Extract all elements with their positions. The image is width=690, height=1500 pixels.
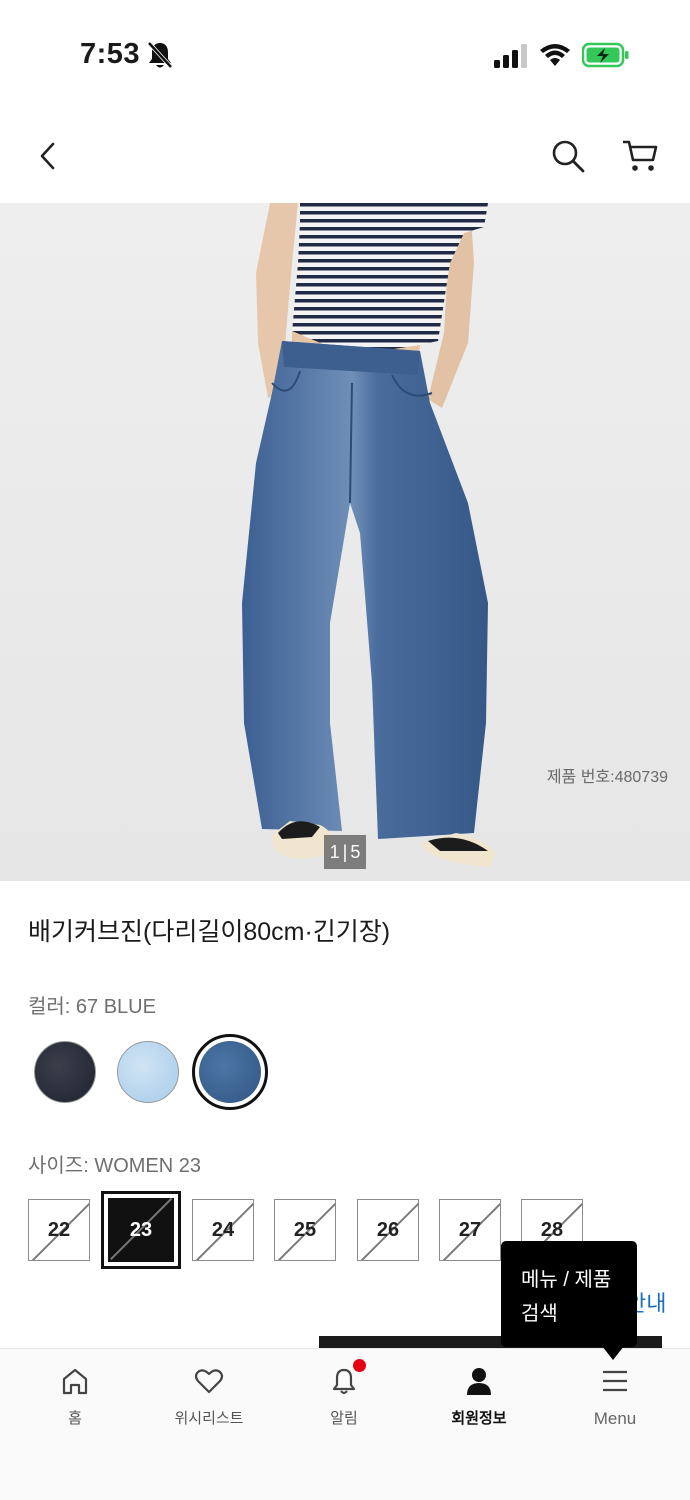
battery-charging-icon	[582, 42, 629, 68]
nav-notifications[interactable]: 알림	[284, 1359, 404, 1435]
image-counter-divider: |	[342, 841, 348, 862]
search-icon	[552, 140, 585, 173]
nav-label: 알림	[330, 1409, 358, 1427]
bell-off-icon	[147, 41, 173, 69]
search-button[interactable]	[546, 134, 590, 178]
size-option-22[interactable]: 22	[28, 1199, 90, 1261]
tooltip-line2: 검색	[521, 1303, 558, 1325]
nav-menu[interactable]: Menu	[555, 1365, 675, 1435]
nav-label: Menu	[593, 1409, 637, 1428]
color-swatch-dark-navy[interactable]	[34, 1041, 96, 1103]
size-option-label: 24	[211, 1218, 235, 1241]
nav-wishlist[interactable]: 위시리스트	[149, 1365, 269, 1435]
size-option-label: 23	[129, 1218, 153, 1241]
size-option-24[interactable]: 24	[192, 1199, 254, 1261]
cellular-signal-icon	[494, 44, 527, 68]
notification-badge	[353, 1359, 366, 1372]
size-label: 사이즈: WOMEN 23	[28, 1155, 201, 1177]
image-counter: 1 | 5	[324, 835, 366, 869]
nav-member-info[interactable]: 회원정보	[419, 1365, 539, 1435]
bottom-navigation: 홈 위시리스트 알림 회원정보 Menu	[0, 1348, 690, 1500]
color-swatch-light-blue[interactable]	[117, 1041, 179, 1103]
nav-label: 위시리스트	[174, 1409, 244, 1427]
nav-label: 홈	[68, 1409, 82, 1427]
hamburger-menu-icon	[599, 1365, 631, 1397]
bell-icon	[328, 1359, 366, 1397]
size-option-26[interactable]: 26	[357, 1199, 419, 1261]
size-option-label: 27	[458, 1218, 482, 1241]
size-option-25[interactable]: 25	[274, 1199, 336, 1261]
wifi-icon	[540, 44, 570, 66]
status-time: 7:53	[80, 38, 141, 70]
size-option-27[interactable]: 27	[439, 1199, 501, 1261]
cart-icon	[623, 140, 658, 171]
nav-home[interactable]: 홈	[15, 1365, 135, 1435]
person-icon	[463, 1365, 495, 1397]
status-bar: 7:53	[0, 0, 690, 100]
tooltip-line1: 메뉴 / 제품	[521, 1269, 612, 1291]
back-button[interactable]	[28, 134, 68, 178]
cart-button[interactable]	[618, 134, 662, 178]
image-counter-total: 5	[350, 841, 361, 862]
product-number: 제품 번호:480739	[546, 769, 668, 786]
color-label: 컬러: 67 BLUE	[28, 996, 156, 1018]
size-option-label: 22	[47, 1218, 71, 1241]
product-image[interactable]: 제품 번호:480739 1 | 5	[0, 203, 690, 881]
home-icon	[59, 1365, 91, 1397]
image-counter-current: 1	[329, 841, 340, 862]
nav-label: 회원정보	[451, 1409, 507, 1427]
size-option-label: 26	[376, 1218, 400, 1241]
size-option-label: 28	[540, 1218, 564, 1241]
heart-icon	[193, 1365, 225, 1397]
product-title: 배기커브진(다리길이80cm·긴기장)	[28, 918, 391, 946]
tooltip-arrow	[602, 1346, 624, 1360]
color-swatch-67-blue[interactable]	[199, 1041, 261, 1103]
menu-tooltip[interactable]: 메뉴 / 제품 검색	[501, 1241, 637, 1347]
size-option-label: 25	[293, 1218, 317, 1241]
size-option-23[interactable]: 23	[108, 1198, 174, 1262]
back-chevron-icon	[40, 142, 55, 170]
header	[0, 110, 690, 202]
